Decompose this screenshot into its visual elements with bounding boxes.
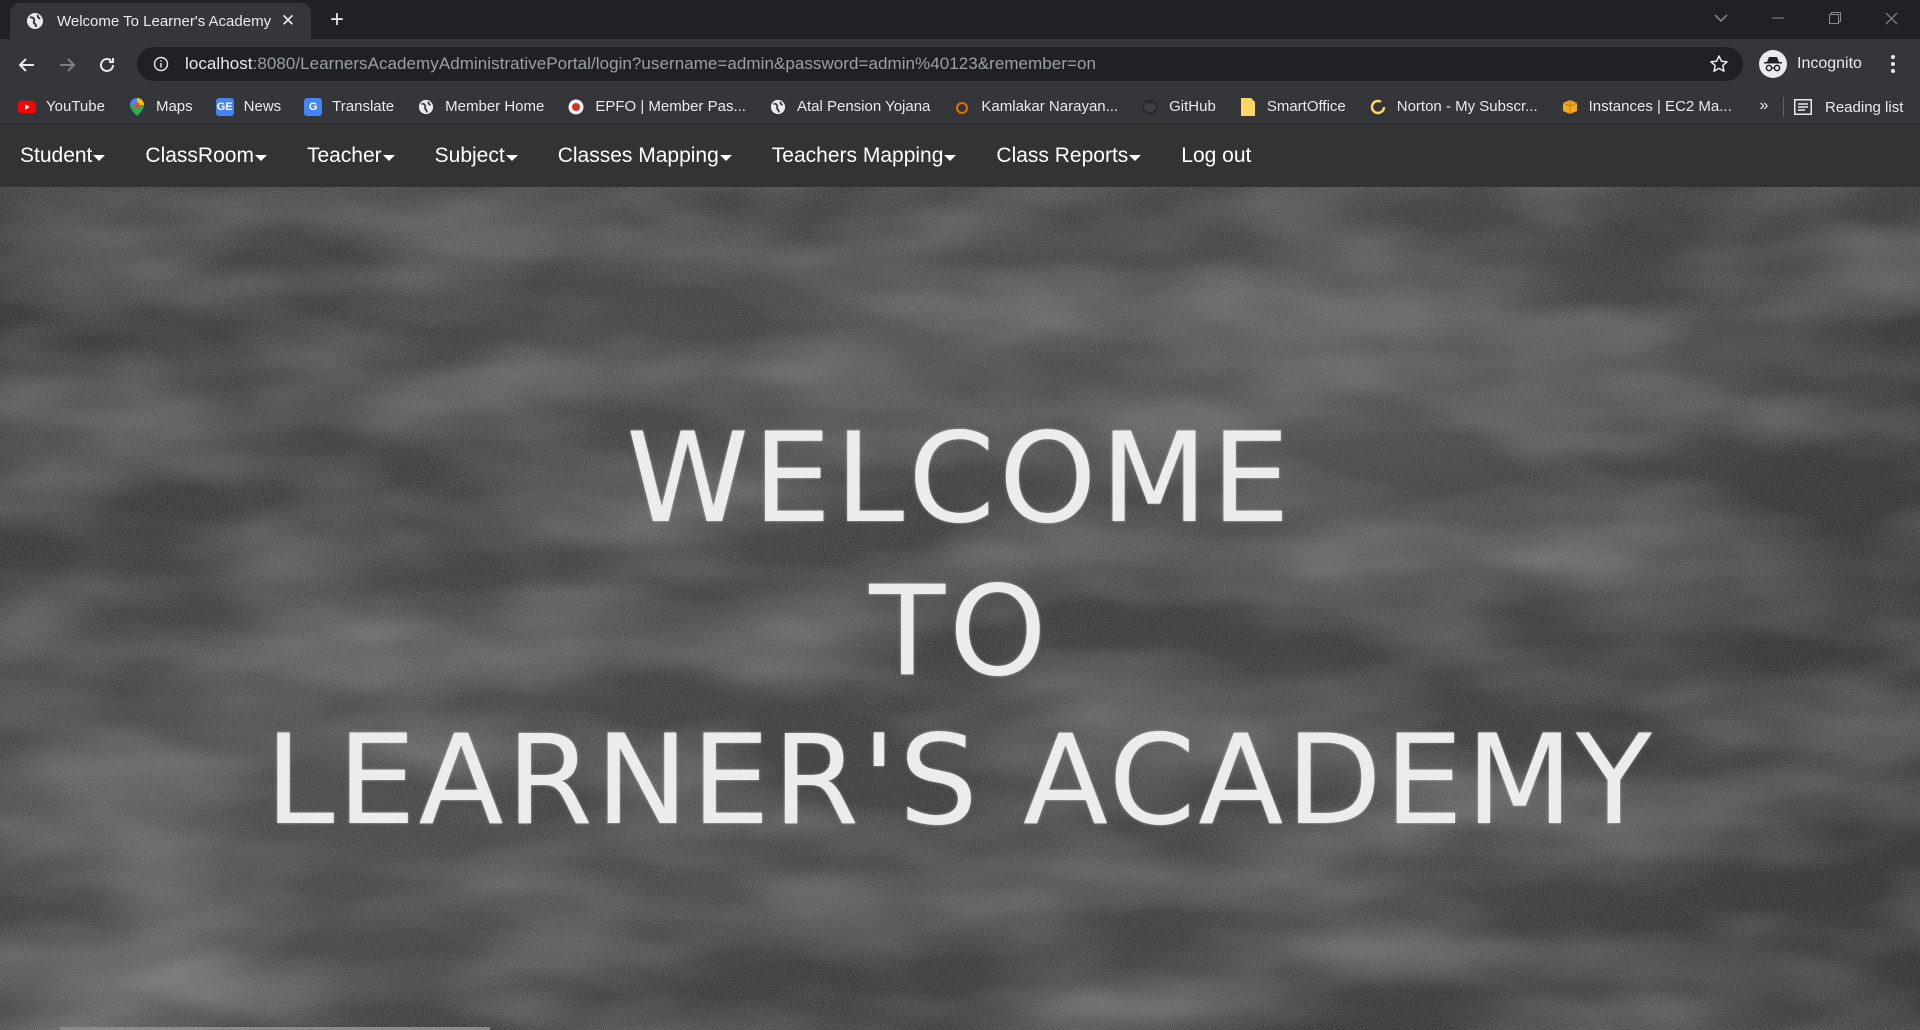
- nav-teacher-dropdown[interactable]: Teacher: [295, 125, 407, 187]
- bookmark-label: Kamlakar Narayan...: [981, 98, 1119, 115]
- news-icon: GE: [215, 97, 234, 116]
- tab-title: Welcome To Learner's Academy: [57, 12, 272, 30]
- norton-icon: [1369, 98, 1387, 116]
- nav-classroom-dropdown[interactable]: ClassRoom: [133, 125, 279, 187]
- new-tab-button[interactable]: +: [325, 8, 349, 32]
- browser-tab[interactable]: Welcome To Learner's Academy ✕: [10, 3, 311, 39]
- restore-button[interactable]: [1806, 0, 1863, 36]
- tab-search-icon[interactable]: [1692, 0, 1749, 36]
- bookmark-label: Norton - My Subscr...: [1396, 98, 1538, 115]
- site-info-icon[interactable]: [151, 54, 171, 74]
- close-tab-icon[interactable]: ✕: [277, 10, 299, 32]
- nav-item-label: Classes Mapping: [557, 144, 719, 167]
- reading-list-button[interactable]: Reading list: [1793, 93, 1903, 121]
- bookmarks-bar: YouTube Maps GE News G Translate Member …: [0, 89, 1920, 125]
- nav-item-label: Class Reports: [996, 144, 1129, 167]
- forward-arrow-icon[interactable]: [52, 50, 82, 80]
- bookmark-label: Translate: [332, 98, 395, 115]
- bookmark-norton[interactable]: Norton - My Subscr...: [1361, 93, 1546, 121]
- globe-icon: [26, 12, 44, 30]
- bookmark-label: Member Home: [445, 98, 545, 115]
- nav-subject-dropdown[interactable]: Subject: [423, 125, 530, 187]
- minimize-button[interactable]: [1749, 0, 1806, 36]
- bookmark-news[interactable]: GE News: [208, 93, 290, 121]
- github-icon: [1141, 98, 1159, 116]
- nav-class-reports-dropdown[interactable]: Class Reports: [984, 125, 1153, 187]
- bookmark-label: Instances | EC2 Ma...: [1588, 98, 1732, 115]
- browser-menu-icon[interactable]: [1880, 51, 1906, 77]
- epfo-icon: [567, 98, 585, 116]
- bookmark-star-icon[interactable]: [1707, 52, 1731, 76]
- k-icon: [953, 98, 971, 116]
- url-text: localhost:8080/LearnersAcademyAdministra…: [185, 54, 1707, 74]
- nav-logout-link[interactable]: Log out: [1169, 125, 1263, 187]
- incognito-icon: [1759, 50, 1787, 78]
- caret-down-icon: [382, 155, 395, 161]
- bookmark-label: News: [243, 98, 282, 115]
- caret-down-icon: [254, 155, 267, 161]
- nav-classes-mapping-dropdown[interactable]: Classes Mapping: [546, 125, 744, 187]
- bookmark-label: EPFO | Member Pas...: [595, 98, 746, 115]
- incognito-profile-button[interactable]: Incognito: [1755, 47, 1872, 81]
- nav-teachers-mapping-dropdown[interactable]: Teachers Mapping: [760, 125, 969, 187]
- bookmark-label: SmartOffice: [1266, 98, 1346, 115]
- welcome-line-2: TO: [869, 560, 1051, 704]
- url-host: localhost: [185, 54, 253, 73]
- reading-list-label: Reading list: [1825, 98, 1904, 116]
- nav-item-label: Log out: [1181, 144, 1252, 167]
- bookmark-ec2[interactable]: Instances | EC2 Ma...: [1553, 93, 1740, 121]
- caret-down-icon: [1129, 155, 1142, 161]
- bookmarks-overflow-button[interactable]: »: [1753, 95, 1775, 117]
- bookmark-youtube[interactable]: YouTube: [10, 93, 113, 121]
- bookmark-label: YouTube: [46, 98, 105, 115]
- back-arrow-icon[interactable]: [12, 50, 42, 80]
- welcome-heading: WELCOME TO LEARNER'S ACADEMY: [0, 187, 1920, 1030]
- web-page: Student ClassRoom Teacher Subject Classe…: [0, 125, 1920, 1030]
- nav-item-label: Subject: [434, 144, 505, 167]
- globe-icon: [417, 98, 435, 116]
- nav-item-label: ClassRoom: [145, 144, 254, 167]
- bookmark-kamlakar[interactable]: Kamlakar Narayan...: [945, 93, 1126, 121]
- nav-student-dropdown[interactable]: Student: [8, 125, 117, 187]
- incognito-label: Incognito: [1797, 55, 1862, 72]
- bookmark-maps[interactable]: Maps: [120, 93, 201, 121]
- window-controls: [1692, 0, 1920, 36]
- bookmark-epfo[interactable]: EPFO | Member Pas...: [559, 93, 754, 121]
- address-bar[interactable]: localhost:8080/LearnersAcademyAdministra…: [137, 47, 1743, 81]
- caret-down-icon: [505, 155, 518, 161]
- nav-item-label: Teachers Mapping: [771, 144, 944, 167]
- tab-strip: Welcome To Learner's Academy ✕ +: [0, 0, 1920, 39]
- caret-down-icon: [944, 155, 957, 161]
- aws-icon: [1561, 98, 1579, 116]
- url-path: :8080/LearnersAcademyAdministrativePorta…: [252, 54, 1096, 73]
- bookmark-smartoffice[interactable]: SmartOffice: [1231, 93, 1354, 121]
- nav-item-label: Teacher: [306, 144, 382, 167]
- bookmark-member-home[interactable]: Member Home: [409, 93, 552, 121]
- bookmark-label: Maps: [155, 98, 193, 115]
- main-navbar: Student ClassRoom Teacher Subject Classe…: [0, 125, 1920, 187]
- caret-down-icon: [719, 155, 732, 161]
- maps-icon: [128, 97, 146, 116]
- caret-down-icon: [93, 155, 106, 161]
- welcome-line-3: LEARNER'S ACADEMY: [265, 709, 1655, 853]
- nav-item-label: Student: [20, 144, 93, 167]
- note-icon: [1239, 97, 1257, 116]
- bookmark-atal-pension[interactable]: Atal Pension Yojana: [761, 93, 938, 121]
- bookmark-label: Atal Pension Yojana: [796, 98, 931, 115]
- bookmarks-divider: [1783, 97, 1784, 117]
- bookmark-translate[interactable]: G Translate: [296, 93, 402, 121]
- browser-toolbar: localhost:8080/LearnersAcademyAdministra…: [0, 39, 1920, 89]
- globe-icon: [769, 98, 787, 116]
- close-window-button[interactable]: [1863, 0, 1920, 36]
- reload-icon[interactable]: [92, 50, 122, 80]
- youtube-icon: [18, 98, 36, 116]
- translate-icon: G: [304, 97, 323, 116]
- chalkboard-hero: WELCOME TO LEARNER'S ACADEMY: [0, 187, 1920, 1030]
- reading-list-icon: [1793, 97, 1813, 117]
- bookmark-github[interactable]: GitHub: [1133, 93, 1224, 121]
- bookmark-label: GitHub: [1169, 98, 1216, 115]
- welcome-line-1: WELCOME: [626, 407, 1294, 551]
